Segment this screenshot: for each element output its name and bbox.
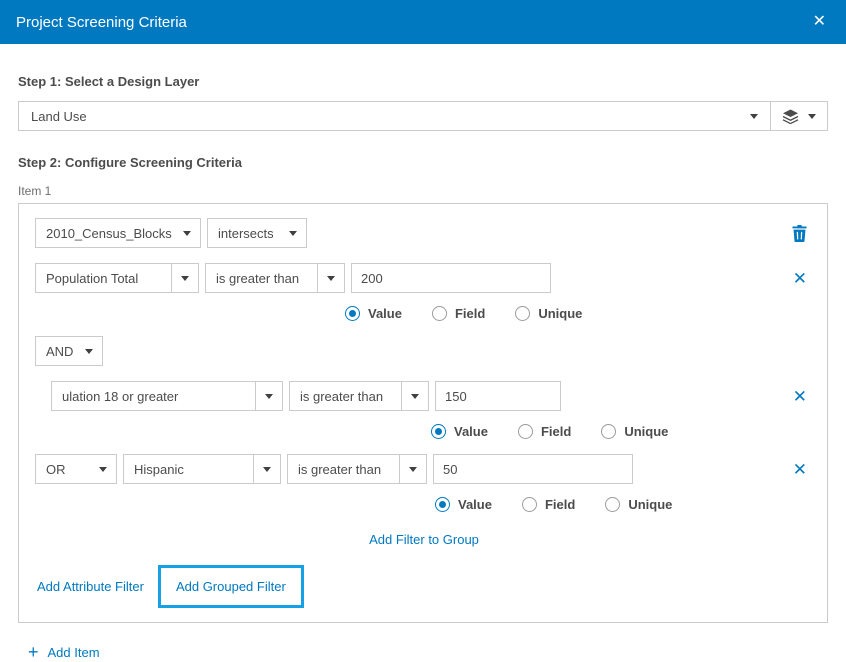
- radio-unselected-icon: [601, 424, 616, 439]
- value-type-radios-3: Value Field Unique: [435, 497, 813, 512]
- field-value-1: Population Total: [36, 271, 171, 286]
- radio-unique-label: Unique: [538, 306, 582, 321]
- radio-unselected-icon: [605, 497, 620, 512]
- filter-row-3: OR Hispanic is greater than ✕: [35, 454, 813, 484]
- radio-unique-1[interactable]: Unique: [515, 306, 582, 321]
- field-value-2: ulation 18 or greater: [52, 389, 255, 404]
- relation-dropdown[interactable]: intersects: [207, 218, 307, 248]
- step2-heading: Step 2: Configure Screening Criteria: [18, 155, 828, 170]
- trash-icon: [792, 225, 807, 242]
- radio-selected-icon: [345, 306, 360, 321]
- filter-row-2: ulation 18 or greater is greater than ✕: [51, 381, 813, 411]
- filter-value-input-1[interactable]: [351, 263, 551, 293]
- plus-icon: +: [28, 643, 39, 661]
- field-value-3: Hispanic: [124, 462, 253, 477]
- item-layer-value: 2010_Census_Blocks: [36, 226, 174, 241]
- close-icon[interactable]: ✕: [809, 10, 830, 34]
- radio-value-label: Value: [458, 497, 492, 512]
- chevron-down-icon: [174, 219, 200, 247]
- chevron-down-icon: [808, 114, 816, 119]
- layer-relation-row: 2010_Census_Blocks intersects: [35, 218, 813, 248]
- design-layer-select[interactable]: Land Use: [18, 101, 828, 131]
- delete-item-button[interactable]: [792, 225, 807, 242]
- chevron-down-icon: [318, 264, 344, 292]
- operator-dropdown-2[interactable]: is greater than: [289, 381, 429, 411]
- dialog-header: Project Screening Criteria ✕: [0, 0, 846, 44]
- item-card: 2010_Census_Blocks intersects Population…: [18, 203, 828, 623]
- radio-unique-3[interactable]: Unique: [605, 497, 672, 512]
- group-operator-dropdown[interactable]: AND: [35, 336, 103, 366]
- group-operator-row: AND: [35, 336, 813, 366]
- chevron-down-icon: [402, 382, 428, 410]
- remove-filter-button-3[interactable]: ✕: [793, 461, 807, 478]
- value-type-radios-2: Value Field Unique: [431, 424, 813, 439]
- add-item-button[interactable]: + Add Item: [28, 643, 828, 661]
- radio-value-3[interactable]: Value: [435, 497, 492, 512]
- radio-value-1[interactable]: Value: [345, 306, 402, 321]
- radio-field-label: Field: [455, 306, 485, 321]
- remove-filter-button-2[interactable]: ✕: [793, 388, 807, 405]
- add-item-label: Add Item: [48, 645, 100, 660]
- radio-unique-label: Unique: [628, 497, 672, 512]
- field-dropdown-3[interactable]: Hispanic: [123, 454, 281, 484]
- chevron-down-icon: [280, 219, 306, 247]
- operator-value-1: is greater than: [206, 271, 317, 286]
- filter-value-input-2[interactable]: [435, 381, 561, 411]
- radio-selected-icon: [431, 424, 446, 439]
- add-grouped-filter-link[interactable]: Add Grouped Filter: [176, 579, 286, 594]
- add-attribute-filter-link[interactable]: Add Attribute Filter: [37, 579, 144, 594]
- radio-field-1[interactable]: Field: [432, 306, 485, 321]
- radio-field-label: Field: [541, 424, 571, 439]
- add-filter-to-group-link[interactable]: Add Filter to Group: [369, 532, 479, 547]
- or-operator-value: OR: [36, 462, 90, 477]
- chevron-down-icon: [400, 455, 426, 483]
- chevron-down-icon: [172, 264, 198, 292]
- add-filter-to-group-row: Add Filter to Group: [35, 532, 813, 547]
- layers-icon: [782, 109, 799, 124]
- radio-unique-2[interactable]: Unique: [601, 424, 668, 439]
- design-layer-value: Land Use: [31, 109, 87, 124]
- operator-value-3: is greater than: [288, 462, 399, 477]
- layer-picker-button[interactable]: [771, 102, 827, 130]
- chevron-down-icon: [254, 455, 280, 483]
- value-type-radios-1: Value Field Unique: [345, 306, 813, 321]
- filter-value-input-3[interactable]: [433, 454, 633, 484]
- radio-selected-icon: [435, 497, 450, 512]
- radio-unique-label: Unique: [624, 424, 668, 439]
- radio-field-label: Field: [545, 497, 575, 512]
- radio-unselected-icon: [432, 306, 447, 321]
- operator-dropdown-1[interactable]: is greater than: [205, 263, 345, 293]
- item-label: Item 1: [18, 184, 828, 198]
- operator-value-2: is greater than: [290, 389, 401, 404]
- radio-value-2[interactable]: Value: [431, 424, 488, 439]
- item-footer-links: Add Attribute Filter Add Grouped Filter: [37, 565, 813, 608]
- dialog-body: Step 1: Select a Design Layer Land Use S…: [0, 44, 846, 661]
- dialog-title: Project Screening Criteria: [16, 14, 187, 31]
- relation-value: intersects: [208, 226, 280, 241]
- remove-filter-button-1[interactable]: ✕: [793, 270, 807, 287]
- field-dropdown-2[interactable]: ulation 18 or greater: [51, 381, 283, 411]
- radio-value-label: Value: [368, 306, 402, 321]
- filter-row-1: Population Total is greater than ✕: [35, 263, 813, 293]
- radio-unselected-icon: [518, 424, 533, 439]
- field-dropdown-1[interactable]: Population Total: [35, 263, 199, 293]
- chevron-down-icon: [750, 114, 758, 119]
- tutorial-highlight-box: Add Grouped Filter: [158, 565, 304, 608]
- chevron-down-icon: [76, 337, 102, 365]
- step1-heading: Step 1: Select a Design Layer: [18, 74, 828, 89]
- design-layer-select-main[interactable]: Land Use: [19, 102, 770, 130]
- radio-value-label: Value: [454, 424, 488, 439]
- chevron-down-icon: [256, 382, 282, 410]
- group-operator-value: AND: [36, 344, 76, 359]
- radio-field-3[interactable]: Field: [522, 497, 575, 512]
- or-operator-dropdown[interactable]: OR: [35, 454, 117, 484]
- operator-dropdown-3[interactable]: is greater than: [287, 454, 427, 484]
- radio-unselected-icon: [515, 306, 530, 321]
- radio-field-2[interactable]: Field: [518, 424, 571, 439]
- item-layer-dropdown[interactable]: 2010_Census_Blocks: [35, 218, 201, 248]
- chevron-down-icon: [90, 455, 116, 483]
- radio-unselected-icon: [522, 497, 537, 512]
